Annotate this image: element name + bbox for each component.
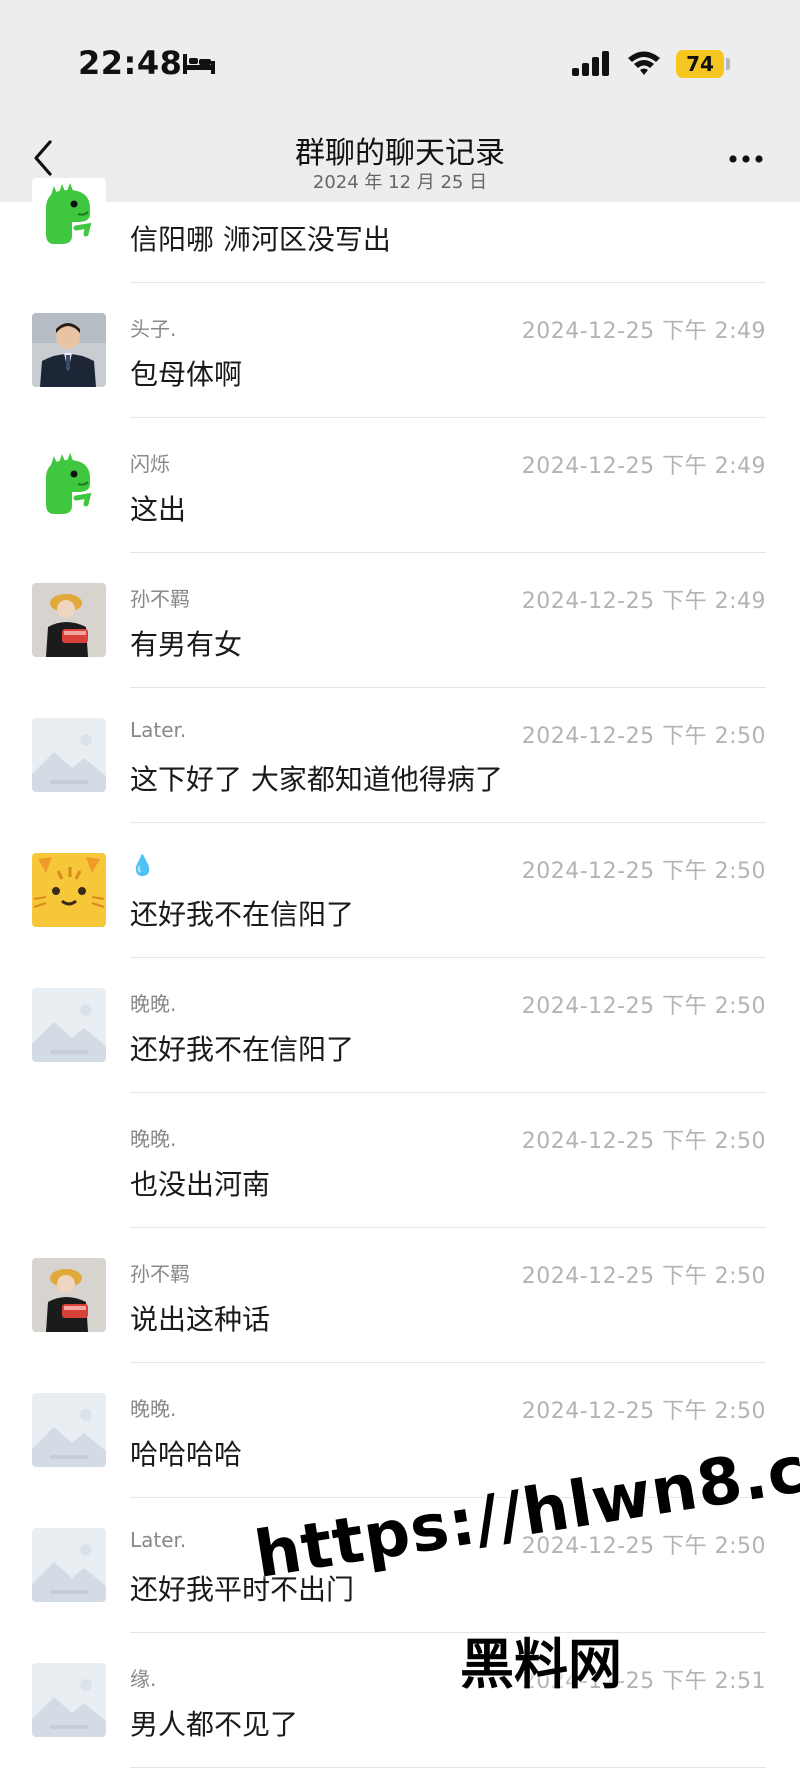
placeholder-avatar-icon	[32, 988, 106, 1062]
message-row[interactable]: 信阳哪 浉河区没写出	[0, 148, 800, 283]
placeholder-avatar-icon	[32, 1393, 106, 1467]
sender-name: 闪烁	[130, 452, 170, 476]
avatar[interactable]	[32, 583, 106, 657]
sender-name: 晚晚.	[130, 1397, 177, 1421]
message-row[interactable]: Later. 2024-12-25 下午 2:50 这下好了 大家都知道他得病了	[0, 688, 800, 823]
message-row[interactable]: 孙不羁 2024-12-25 下午 2:49 有男有女	[0, 553, 800, 688]
sender-name: 孙不羁	[130, 1262, 190, 1286]
avatar[interactable]	[32, 988, 106, 1062]
dino-avatar-icon	[32, 448, 106, 522]
sender-name: 晚晚.	[130, 992, 177, 1016]
avatar[interactable]	[32, 1258, 106, 1332]
message-text: 这出	[130, 493, 187, 526]
sender-name: 晚晚.	[130, 1127, 177, 1151]
message-text: 还好我不在信阳了	[130, 898, 355, 931]
message-text: 说出这种话	[130, 1303, 271, 1336]
avatar[interactable]	[32, 718, 106, 792]
message-timestamp: 2024-12-25 下午 2:50	[521, 1399, 766, 1424]
message-row[interactable]: 闪烁 2024-12-25 下午 2:49 这出	[0, 418, 800, 553]
message-timestamp: 2024-12-25 下午 2:50	[521, 724, 766, 749]
avatar[interactable]	[32, 178, 106, 252]
message-row[interactable]: 头子. 2024-12-25 下午 2:49 包母体啊	[0, 283, 800, 418]
message-text: 这下好了 大家都知道他得病了	[130, 763, 503, 796]
sender-name: 头子.	[130, 317, 177, 341]
watermark-brand: 黑料网	[460, 1633, 622, 1696]
dino-avatar-icon	[32, 178, 106, 252]
sender-name: Later.	[130, 718, 187, 742]
message-timestamp: 2024-12-25 下午 2:49	[521, 454, 766, 479]
sender-name: 孙不羁	[130, 587, 190, 611]
status-time: 22:48	[78, 44, 183, 82]
sender-name: Later.	[130, 1528, 187, 1552]
figure-avatar-icon	[32, 1258, 106, 1332]
avatar[interactable]	[32, 853, 106, 927]
message-row[interactable]: 缘. 2024-12-25 下午 2:51 男人都不见了	[0, 1633, 800, 1768]
message-row[interactable]: 💧 2024-12-25 下午 2:50 还好我不在信阳了	[0, 823, 800, 958]
message-timestamp: 2024-12-25 下午 2:49	[521, 589, 766, 614]
figure-avatar-icon	[32, 583, 106, 657]
avatar[interactable]	[32, 1528, 106, 1602]
avatar[interactable]	[32, 313, 106, 387]
message-text: 有男有女	[130, 628, 243, 661]
message-text: 也没出河南	[130, 1168, 271, 1201]
sender-name: 💧	[130, 853, 155, 877]
placeholder-avatar-icon	[32, 718, 106, 792]
battery-icon: 74	[676, 50, 724, 78]
man-avatar-icon	[32, 313, 106, 387]
cat-avatar-icon	[32, 853, 106, 927]
message-timestamp: 2024-12-25 下午 2:49	[521, 319, 766, 344]
message-text: 哈哈哈哈	[130, 1438, 243, 1471]
bed-icon	[183, 54, 215, 74]
avatar[interactable]	[32, 1663, 106, 1737]
message-timestamp: 2024-12-25 下午 2:50	[521, 1264, 766, 1289]
message-timestamp: 2024-12-25 下午 2:50	[521, 994, 766, 1019]
message-text: 信阳哪 浉河区没写出	[130, 223, 391, 256]
message-timestamp: 2024-12-25 下午 2:50	[521, 1129, 766, 1154]
signal-icon	[572, 51, 609, 76]
message-text: 男人都不见了	[130, 1708, 299, 1741]
battery-level: 74	[686, 52, 714, 76]
placeholder-avatar-icon	[32, 1528, 106, 1602]
message-row[interactable]: 孙不羁 2024-12-25 下午 2:50 说出这种话	[0, 1228, 800, 1363]
placeholder-avatar-icon	[32, 1663, 106, 1737]
message-row[interactable]: 晚晚. 2024-12-25 下午 2:50 也没出河南	[0, 1093, 800, 1228]
message-text: 包母体啊	[130, 358, 243, 391]
status-bar: 22:48 74	[0, 0, 800, 120]
wifi-icon	[628, 51, 660, 75]
avatar[interactable]	[32, 1393, 106, 1467]
message-text: 还好我不在信阳了	[130, 1033, 355, 1066]
sender-name: 缘.	[130, 1667, 157, 1691]
battery-cap	[726, 58, 730, 70]
message-row[interactable]: 晚晚. 2024-12-25 下午 2:50 还好我不在信阳了	[0, 958, 800, 1093]
avatar[interactable]	[32, 448, 106, 522]
message-timestamp: 2024-12-25 下午 2:50	[521, 859, 766, 884]
